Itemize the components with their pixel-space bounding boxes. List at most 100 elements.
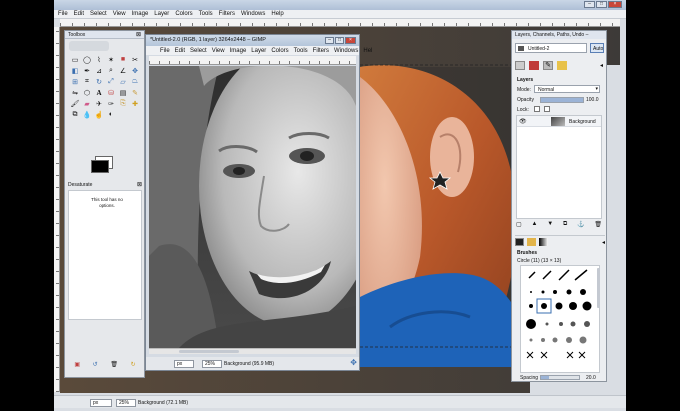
save-options-icon[interactable]: ▣ xyxy=(74,361,80,371)
crop-icon[interactable]: ⌗ xyxy=(82,77,92,86)
duplicate-layer-icon[interactable]: ⧉ xyxy=(563,221,567,231)
visibility-eye-icon[interactable]: 👁 xyxy=(519,118,527,125)
free-select-icon[interactable]: ⌇ xyxy=(94,55,104,64)
menu-filters[interactable]: Filters xyxy=(219,11,235,17)
menu-image[interactable]: Image xyxy=(230,48,247,54)
restore-options-icon[interactable]: ↺ xyxy=(93,361,98,371)
raise-layer-icon[interactable]: ▲ xyxy=(531,221,537,231)
close-button[interactable]: × xyxy=(608,1,622,8)
dodge-burn-icon[interactable]: ◐ xyxy=(106,110,116,119)
select-by-color-icon[interactable]: ■ xyxy=(118,55,128,64)
opacity-value[interactable]: 100.0 xyxy=(586,97,599,103)
lock-alpha-checkbox[interactable] xyxy=(544,106,550,112)
menu-file[interactable]: File xyxy=(58,11,68,17)
opacity-slider[interactable] xyxy=(540,97,584,103)
close-icon[interactable]: ⊠ xyxy=(136,31,141,38)
tab-menu-icon[interactable]: ◂ xyxy=(602,239,605,246)
tab-patterns[interactable] xyxy=(527,238,536,246)
menu-select[interactable]: Select xyxy=(190,48,207,54)
spacing-slider[interactable] xyxy=(540,375,580,380)
image-canvas[interactable] xyxy=(149,66,356,348)
spacing-value[interactable]: 20.0 xyxy=(586,375,596,381)
tab-undo[interactable] xyxy=(557,60,567,70)
menu-help[interactable]: Help xyxy=(271,11,283,17)
scale-icon[interactable]: ⤢ xyxy=(106,77,116,86)
flip-icon[interactable]: ⇋ xyxy=(70,88,80,97)
menu-edit[interactable]: Edit xyxy=(74,11,84,17)
foreground-select-icon[interactable]: ◧ xyxy=(70,66,80,75)
menu-layer[interactable]: Layer xyxy=(154,11,169,17)
shear-icon[interactable]: ▱ xyxy=(118,77,128,86)
scissors-icon[interactable]: ✂ xyxy=(130,55,140,64)
move-icon[interactable]: ✥ xyxy=(130,66,140,75)
airbrush-icon[interactable]: ✈ xyxy=(94,99,104,108)
layer-row[interactable]: 👁 Background xyxy=(517,116,601,127)
horizontal-ruler[interactable] xyxy=(60,19,620,27)
eraser-icon[interactable]: ▰ xyxy=(82,99,92,108)
menu-colors[interactable]: Colors xyxy=(271,48,288,54)
image-window-titlebar[interactable]: *Untitled-2.0 (RGB, 1 layer) 3264x2448 –… xyxy=(146,35,359,46)
menu-image[interactable]: Image xyxy=(132,11,149,17)
tab-menu-icon[interactable]: ◂ xyxy=(600,62,603,69)
rotate-icon[interactable]: ↻ xyxy=(94,77,104,86)
reset-options-icon[interactable]: ↻ xyxy=(131,361,136,371)
color-picker-icon[interactable]: ⊿ xyxy=(94,66,104,75)
blur-icon[interactable]: 💧 xyxy=(82,110,92,119)
pencil-icon[interactable]: ✎ xyxy=(130,88,140,97)
image-selector[interactable]: Untitled-2 xyxy=(515,43,587,53)
menu-view[interactable]: View xyxy=(113,11,126,17)
unit-selector[interactable]: px xyxy=(174,360,194,368)
minimize-button[interactable]: – xyxy=(584,1,595,8)
auto-button[interactable]: Auto xyxy=(590,43,604,53)
menu-layer[interactable]: Layer xyxy=(251,48,266,54)
zoom-selector[interactable]: 25% xyxy=(202,360,222,368)
perspective-icon[interactable]: ⏢ xyxy=(130,77,140,86)
foreground-color-swatch[interactable] xyxy=(91,160,109,173)
tab-layers[interactable] xyxy=(515,60,525,70)
main-titlebar[interactable]: – □ × xyxy=(54,0,626,10)
bucket-fill-icon[interactable]: ⛁ xyxy=(106,88,116,97)
maximize-button[interactable]: □ xyxy=(596,1,607,8)
layers-dock-titlebar[interactable]: Layers, Channels, Paths, Undo – xyxy=(512,31,606,39)
close-icon[interactable]: ⊠ xyxy=(137,181,142,188)
close-button[interactable]: × xyxy=(345,37,356,44)
scrollbar-thumb[interactable] xyxy=(179,350,239,353)
image-horizontal-scrollbar[interactable] xyxy=(149,348,356,354)
lock-pixels-checkbox[interactable] xyxy=(534,106,540,112)
lower-layer-icon[interactable]: ▼ xyxy=(547,221,553,231)
tab-brushes[interactable] xyxy=(515,238,524,246)
fuzzy-select-icon[interactable]: ✶ xyxy=(106,55,116,64)
perspective-clone-icon[interactable]: ⧉ xyxy=(70,110,80,119)
ink-icon[interactable]: ✑ xyxy=(106,99,116,108)
measure-icon[interactable]: ∠ xyxy=(118,66,128,75)
toolbox-titlebar[interactable]: Toolbox ⊠ xyxy=(65,31,144,39)
smudge-icon[interactable]: ☝ xyxy=(94,110,104,119)
cage-icon[interactable]: ⬡ xyxy=(82,88,92,97)
delete-options-icon[interactable]: 🗑 xyxy=(110,361,118,371)
tab-paths[interactable]: ✎ xyxy=(543,60,553,70)
new-layer-icon[interactable]: ▢ xyxy=(516,221,522,231)
menu-edit[interactable]: Edit xyxy=(175,48,185,54)
minimize-button[interactable]: – xyxy=(325,37,334,44)
menu-tools[interactable]: Tools xyxy=(294,48,308,54)
menu-file[interactable]: File xyxy=(160,48,170,54)
menu-tools[interactable]: Tools xyxy=(199,11,213,17)
zoom-selector[interactable]: 25% xyxy=(116,399,136,407)
zoom-icon[interactable]: ⌕ xyxy=(106,66,116,75)
maximize-button[interactable]: □ xyxy=(335,37,344,44)
brushes-grid[interactable] xyxy=(520,265,600,373)
delete-layer-icon[interactable]: 🗑 xyxy=(594,221,602,231)
ellipse-select-icon[interactable]: ◯ xyxy=(82,55,92,64)
menu-help[interactable]: Hel xyxy=(363,48,372,54)
menu-windows[interactable]: Windows xyxy=(334,48,358,54)
anchor-layer-icon[interactable]: ⚓ xyxy=(577,221,584,231)
menu-select[interactable]: Select xyxy=(90,11,107,17)
mode-select[interactable]: Normal ▾ xyxy=(534,85,600,93)
menu-view[interactable]: View xyxy=(212,48,225,54)
text-icon[interactable]: A xyxy=(94,88,104,97)
unit-selector[interactable]: px xyxy=(90,399,112,407)
rect-select-icon[interactable]: ▭ xyxy=(70,55,80,64)
paintbrush-icon[interactable]: 🖌 xyxy=(70,99,80,108)
paths-icon[interactable]: ✒ xyxy=(82,66,92,75)
heal-icon[interactable]: ✚ xyxy=(130,99,140,108)
